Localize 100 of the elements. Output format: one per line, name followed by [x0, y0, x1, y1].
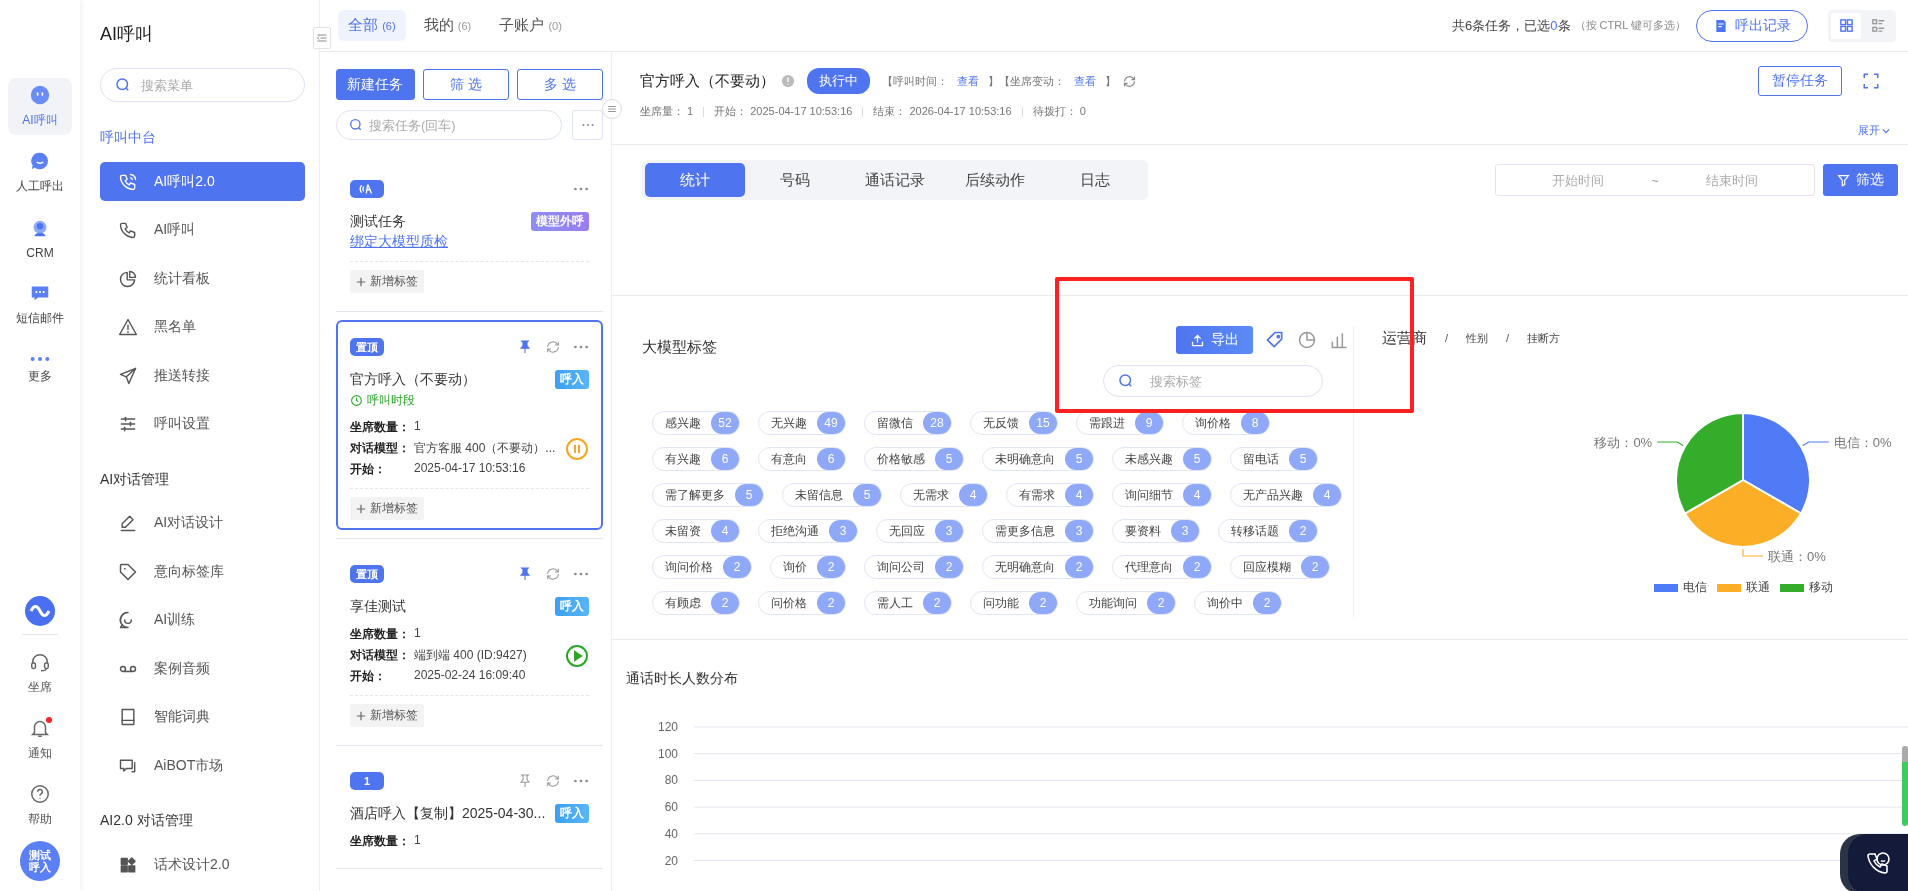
expand-link[interactable]: 展开: [1858, 123, 1890, 138]
grid-icon: [1838, 18, 1854, 33]
filter-tab[interactable]: 全部 (6): [338, 10, 406, 41]
menu-item[interactable]: 案例音频: [100, 649, 305, 689]
refresh-icon[interactable]: [1122, 73, 1137, 89]
menu-item[interactable]: AI呼叫: [100, 210, 305, 250]
user-avatar[interactable]: 测试呼入: [20, 841, 60, 881]
bar-chart-icon[interactable]: [1329, 330, 1349, 350]
rail-nav-item[interactable]: 坐席: [8, 643, 72, 703]
more-icon[interactable]: [573, 779, 589, 783]
view-link[interactable]: 查看: [1074, 73, 1096, 89]
refresh-icon[interactable]: [545, 339, 561, 355]
pie-slice[interactable]: [1742, 412, 1811, 515]
view-link[interactable]: 查看: [957, 73, 979, 89]
call-record-button[interactable]: 呼出记录: [1696, 9, 1808, 42]
detail-tab[interactable]: 号码: [745, 163, 845, 197]
task-name: 酒店呼入【复制】2025-04-30...: [350, 804, 546, 823]
more-icon[interactable]: [573, 345, 589, 349]
end-date-input[interactable]: 结束时间: [1658, 171, 1806, 189]
rail-nav-item[interactable]: CRM: [8, 210, 72, 267]
legend-label: 移动: [1809, 579, 1833, 596]
rail-nav-item[interactable]: 更多: [8, 342, 72, 399]
menu-item[interactable]: 统计看板: [100, 259, 305, 299]
add-tag-button[interactable]: 新增标签: [350, 270, 424, 293]
search-field[interactable]: 搜索任务(回车): [336, 110, 562, 140]
phone-icon: [118, 171, 138, 192]
pause-task-button[interactable]: 暂停任务: [1758, 66, 1842, 96]
start-date-input[interactable]: 开始时间: [1504, 171, 1652, 189]
search-icon: [348, 117, 364, 133]
menu-item[interactable]: AiBOT市场: [100, 746, 305, 786]
filter-button[interactable]: 筛 选: [422, 69, 509, 100]
pie-slice[interactable]: [1675, 412, 1744, 515]
field-label: 对话模型：: [350, 647, 411, 664]
scrollbar-thumb[interactable]: [1902, 746, 1908, 826]
pie-chart-icon[interactable]: [1297, 330, 1317, 350]
menu-item[interactable]: 呼叫设置: [100, 404, 305, 444]
export-button[interactable]: 导出: [1176, 326, 1253, 354]
info-icon[interactable]: [781, 74, 795, 88]
menu-item[interactable]: 推送转接: [100, 356, 305, 396]
filter-tab[interactable]: 子账户 (0): [489, 10, 572, 41]
rail-nav-item[interactable]: 短信邮件: [8, 276, 72, 333]
menu-item[interactable]: 黑名单: [100, 307, 305, 347]
more-icon[interactable]: [573, 572, 589, 576]
menu-item[interactable]: 意向标签库: [100, 552, 305, 592]
search-icon: [1117, 372, 1135, 390]
card-badge: 置顶: [350, 338, 384, 356]
detail-tab[interactable]: 统计: [645, 163, 745, 197]
rail-nav-item[interactable]: AI呼叫: [8, 78, 72, 135]
axis-label: 100: [657, 746, 678, 761]
new-task-button[interactable]: 新建任务: [336, 69, 415, 100]
task-card[interactable]: 置顶 官方呼入（不要动） 呼入 呼叫时段 坐席数量： 1 对话模型： 官方客服 400（不要动）... 开始： 2025-04-17 10:53:16 新增标签: [336, 320, 603, 530]
chart-title: 通话时长人数分布: [626, 670, 739, 688]
pause-button[interactable]: [565, 436, 589, 461]
dimension-tab[interactable]: 挂断方: [1527, 330, 1561, 346]
more-icon[interactable]: [573, 187, 589, 191]
search-field[interactable]: 搜索标签: [1103, 365, 1323, 397]
dimension-tab[interactable]: 性别: [1466, 330, 1489, 346]
field-value: 2025-04-17 10:53:16: [414, 461, 526, 477]
filter-button[interactable]: 筛选: [1823, 164, 1898, 196]
axis-label: 60: [664, 800, 678, 815]
fullscreen-icon[interactable]: [1862, 72, 1880, 90]
filter-button[interactable]: 多 选: [516, 69, 603, 100]
task-card[interactable]: 1 酒店呼入【复制】2025-04-30... 呼入 坐席数量： 1: [336, 754, 603, 860]
collapse-button[interactable]: [313, 27, 331, 49]
task-name: 享佳测试: [350, 597, 406, 616]
bind-link[interactable]: 绑定大模型质检: [350, 233, 448, 251]
filter-tab[interactable]: 我的 (6): [413, 10, 482, 41]
search-field[interactable]: 搜索菜单: [100, 68, 305, 102]
tag-icon: [118, 561, 138, 582]
menu-item[interactable]: AI对话设计: [100, 503, 305, 543]
menu-item[interactable]: 话术设计2.0: [100, 845, 305, 885]
add-tag-button[interactable]: 新增标签: [350, 704, 424, 727]
menu-item[interactable]: AI呼叫2.0: [100, 162, 305, 201]
detail-tab[interactable]: 后续动作: [945, 163, 1045, 197]
pin-icon[interactable]: [517, 773, 533, 789]
rail-nav-item[interactable]: 通知: [8, 709, 72, 769]
note-text: 】: [1105, 73, 1116, 89]
menu-item[interactable]: 智能词典: [100, 697, 305, 737]
note-text: 【呼叫时间：: [882, 73, 948, 89]
menu-icon: [607, 104, 617, 114]
refresh-icon[interactable]: [545, 773, 561, 789]
task-card[interactable]: 置顶 享佳测试 呼入 坐席数量： 1 对话模型： 端到端 400 (ID:9427) 开始： 2025-02-24 16:09:40 新增标签: [336, 547, 603, 737]
detail-tab[interactable]: 通话记录: [845, 163, 945, 197]
pin-icon[interactable]: [517, 339, 533, 355]
play-button[interactable]: [565, 643, 589, 668]
rail-nav-item[interactable]: 人工呼出: [8, 144, 72, 201]
stat-text: 开始： 2025-04-17 10:53:16: [714, 104, 853, 119]
rail-nav-item[interactable]: 帮助: [8, 775, 72, 835]
pin-icon[interactable]: [517, 566, 533, 582]
pie-slice[interactable]: [1684, 479, 1802, 548]
add-tag-button[interactable]: 新增标签: [350, 497, 424, 520]
refresh-icon[interactable]: [545, 566, 561, 582]
task-card[interactable]: 测试任务 模型外呼 绑定大模型质检 新增标签: [336, 162, 603, 303]
grid-view-button[interactable]: [1831, 12, 1861, 39]
clock-icon: [350, 394, 363, 407]
detail-tab[interactable]: 日志: [1045, 163, 1145, 197]
menu-item[interactable]: AI训练: [100, 600, 305, 640]
panel-toggle-button[interactable]: [602, 99, 622, 119]
logo-icon[interactable]: [25, 596, 55, 626]
tag-icon[interactable]: [1265, 330, 1285, 350]
